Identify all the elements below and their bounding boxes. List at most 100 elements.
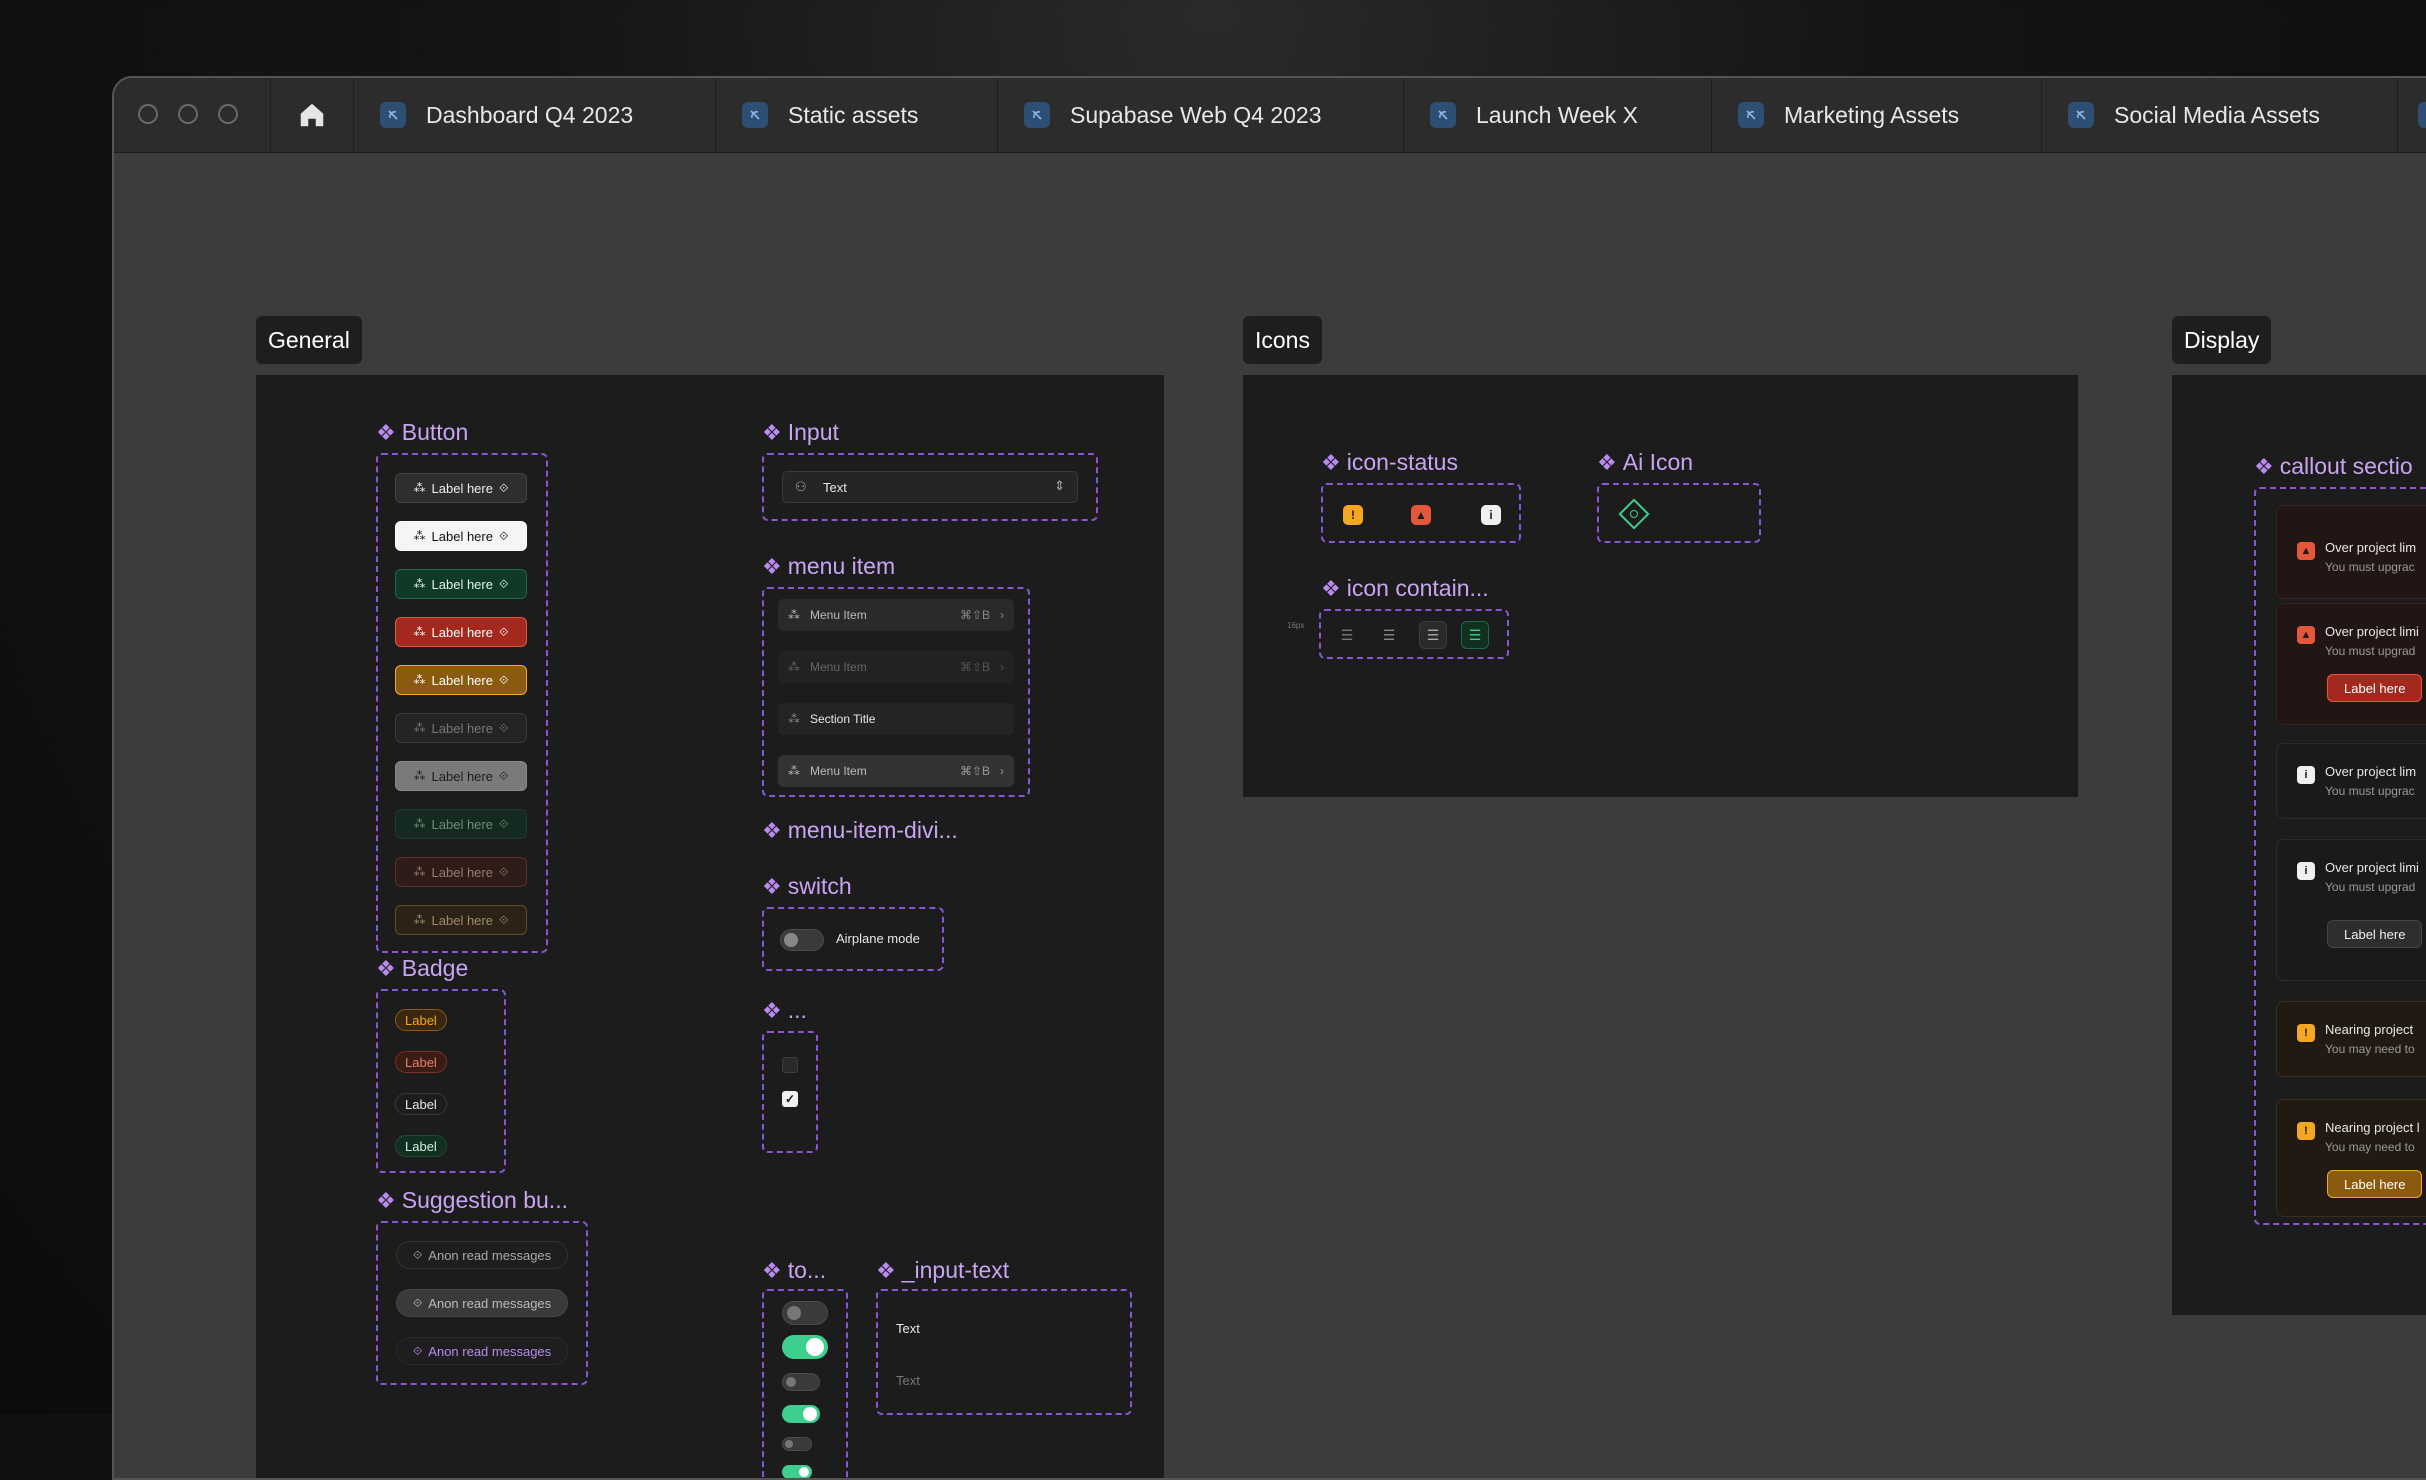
- checkbox-checked[interactable]: ✓: [782, 1091, 798, 1107]
- section-label-icons[interactable]: Icons: [1243, 316, 1322, 364]
- tab-label: Static assets: [788, 101, 919, 128]
- suggestion-button-default[interactable]: ⟐ Anon read messages: [396, 1241, 568, 1269]
- tab-overflow[interactable]: [2398, 78, 2426, 152]
- tab-supabase-web-q4-2023[interactable]: Supabase Web Q4 2023: [998, 78, 1404, 152]
- callout-danger-button[interactable]: Label here: [2327, 674, 2423, 702]
- tab-launch-week-x[interactable]: Launch Week X: [1404, 78, 1712, 152]
- menu-item-hover[interactable]: ⁂ Menu Item ⌘⇧B ›: [778, 755, 1014, 787]
- section-label-general[interactable]: General: [256, 316, 362, 364]
- select-input[interactable]: ⚇ Text ⇕: [782, 471, 1078, 503]
- callout-warning-button[interactable]: Label here: [2327, 1170, 2423, 1198]
- callout-default-with-action: i Over project limi You must upgrad Labe…: [2276, 839, 2426, 981]
- button-default[interactable]: ⁂ Label here ⟐: [395, 473, 527, 503]
- component-title-suggestion-button[interactable]: ❖ Suggestion bu...: [376, 1187, 568, 1214]
- tab-label: Supabase Web Q4 2023: [1070, 101, 1322, 128]
- alert-triangle-icon: ▲: [1411, 505, 1431, 525]
- component-title-menu-item[interactable]: ❖ menu item: [762, 553, 895, 580]
- toggle-small-off[interactable]: [782, 1437, 812, 1451]
- database-icon: ☰: [1340, 627, 1354, 643]
- alert-triangle-icon: ▲: [2297, 626, 2315, 644]
- close-window-button[interactable]: [138, 104, 158, 124]
- alert-triangle-icon: ▲: [2297, 542, 2315, 560]
- component-title-checkbox[interactable]: ❖...: [762, 997, 807, 1024]
- home-icon: [300, 103, 324, 127]
- component-title-icon-container[interactable]: ❖ icon contain...: [1321, 575, 1489, 602]
- button-variants: ⁂ Label here ⟐ ⁂ Label here ⟐ ⁂ Label here ⟐ ⁂…: [376, 453, 548, 953]
- input-text-placeholder[interactable]: Text: [896, 1373, 920, 1388]
- suggestion-button-active[interactable]: ⟐ Anon read messages: [396, 1337, 568, 1365]
- suggestion-button-hover[interactable]: ⟐ Anon read messages: [396, 1289, 568, 1317]
- button-warning[interactable]: ⁂ Label here ⟐: [395, 665, 527, 695]
- button-brand-disabled[interactable]: ⁂ Label here ⟐: [395, 809, 527, 839]
- toggle-medium-off[interactable]: [782, 1373, 820, 1391]
- input-text-value[interactable]: Text: [896, 1321, 920, 1336]
- loader-icon: ⁂: [413, 817, 426, 831]
- general-frame[interactable]: ❖ Button ⁂ Label here ⟐ ⁂ Label here ⟐ ⁂ Label…: [256, 375, 1164, 1478]
- callout-danger-with-action: ▲ Over project limi You must upgrad Labe…: [2276, 603, 2426, 725]
- diamond-icon: ⟐: [498, 816, 509, 831]
- diamond-icon: ⟐: [498, 864, 509, 879]
- loader-icon: ⁂: [413, 577, 426, 591]
- tab-dashboard-q4-2023[interactable]: Dashboard Q4 2023: [354, 78, 716, 152]
- component-title-menu-item-divider[interactable]: ❖ menu-item-divi...: [762, 817, 958, 844]
- menu-item-default[interactable]: ⁂ Menu Item ⌘⇧B ›: [778, 599, 1014, 631]
- tab-marketing-assets[interactable]: Marketing Assets: [1712, 78, 2042, 152]
- toggle-small-on[interactable]: [782, 1465, 812, 1478]
- toggle-medium-on[interactable]: [782, 1405, 820, 1423]
- component-title-input-text[interactable]: ❖ _input-text: [876, 1257, 1009, 1284]
- menu-item-disabled[interactable]: ⁂ Menu Item ⌘⇧B ›: [778, 651, 1014, 683]
- tab-label: Dashboard Q4 2023: [426, 101, 634, 128]
- component-icon: ❖: [762, 553, 782, 579]
- component-title-input[interactable]: ❖ Input: [762, 419, 839, 446]
- button-danger[interactable]: ⁂ Label here ⟐: [395, 617, 527, 647]
- component-title-callout[interactable]: ❖ callout sectio: [2254, 453, 2413, 480]
- minimize-window-button[interactable]: [178, 104, 198, 124]
- icons-frame[interactable]: ❖ icon-status ! ▲ i ❖ Ai Icon ❖ icon contai…: [1243, 375, 2078, 797]
- button-primary[interactable]: ⁂ Label here ⟐: [395, 521, 527, 551]
- database-icon-container: ☰: [1419, 621, 1447, 649]
- callout-warning-with-action: ! Nearing project l You may need to Labe…: [2276, 1099, 2426, 1217]
- component-title-switch[interactable]: ❖ switch: [762, 873, 852, 900]
- section-label-display[interactable]: Display: [2172, 316, 2272, 364]
- chevron-right-icon: ›: [1000, 764, 1004, 778]
- warning-icon: !: [2297, 1024, 2315, 1042]
- button-brand[interactable]: ⁂ Label here ⟐: [395, 569, 527, 599]
- button-primary-disabled[interactable]: ⁂ Label here ⟐: [395, 761, 527, 791]
- component-icon: ❖: [1597, 449, 1617, 475]
- button-warning-disabled[interactable]: ⁂ Label here ⟐: [395, 905, 527, 935]
- figma-file-icon: [2418, 102, 2426, 128]
- display-frame[interactable]: ❖ callout sectio ▲ Over project lim You m…: [2172, 375, 2426, 1315]
- airplane-mode-switch[interactable]: [780, 929, 824, 951]
- toggle-large-on[interactable]: [782, 1335, 828, 1359]
- badge-danger: Label: [395, 1051, 447, 1073]
- component-icon: ❖: [376, 955, 396, 981]
- checkbox-unchecked[interactable]: [782, 1057, 798, 1073]
- loader-icon: ⁂: [413, 673, 426, 687]
- maximize-window-button[interactable]: [218, 104, 238, 124]
- menu-section-title: ⁂ Section Title: [778, 703, 1014, 735]
- tab-static-assets[interactable]: Static assets: [716, 78, 998, 152]
- component-title-badge[interactable]: ❖ Badge: [376, 955, 468, 982]
- component-title-ai-icon[interactable]: ❖ Ai Icon: [1597, 449, 1693, 476]
- tab-social-media-assets[interactable]: Social Media Assets: [2042, 78, 2398, 152]
- button-default-disabled[interactable]: ⁂ Label here ⟐: [395, 713, 527, 743]
- home-button[interactable]: [270, 78, 354, 152]
- diamond-icon: ⟐: [498, 480, 509, 495]
- loader-icon: ⁂: [413, 529, 426, 543]
- loader-icon: ⁂: [788, 608, 800, 622]
- component-icon: ❖: [2254, 453, 2274, 479]
- loader-icon: ⁂: [413, 721, 426, 735]
- figma-file-icon: [742, 102, 768, 128]
- callout-default-button[interactable]: Label here: [2327, 920, 2423, 948]
- select-input-value: Text: [823, 480, 847, 495]
- users-icon: ⚇: [795, 479, 807, 494]
- tab-label: Launch Week X: [1476, 101, 1638, 128]
- loader-icon: ⁂: [413, 913, 426, 927]
- component-title-toggle[interactable]: ❖ to...: [762, 1257, 826, 1284]
- warning-status-icon: !: [1343, 505, 1363, 525]
- button-danger-disabled[interactable]: ⁂ Label here ⟐: [395, 857, 527, 887]
- switch-label: Airplane mode: [836, 931, 920, 946]
- toggle-large-off[interactable]: [782, 1301, 828, 1325]
- component-title-button[interactable]: ❖ Button: [376, 419, 468, 446]
- component-title-icon-status[interactable]: ❖ icon-status: [1321, 449, 1458, 476]
